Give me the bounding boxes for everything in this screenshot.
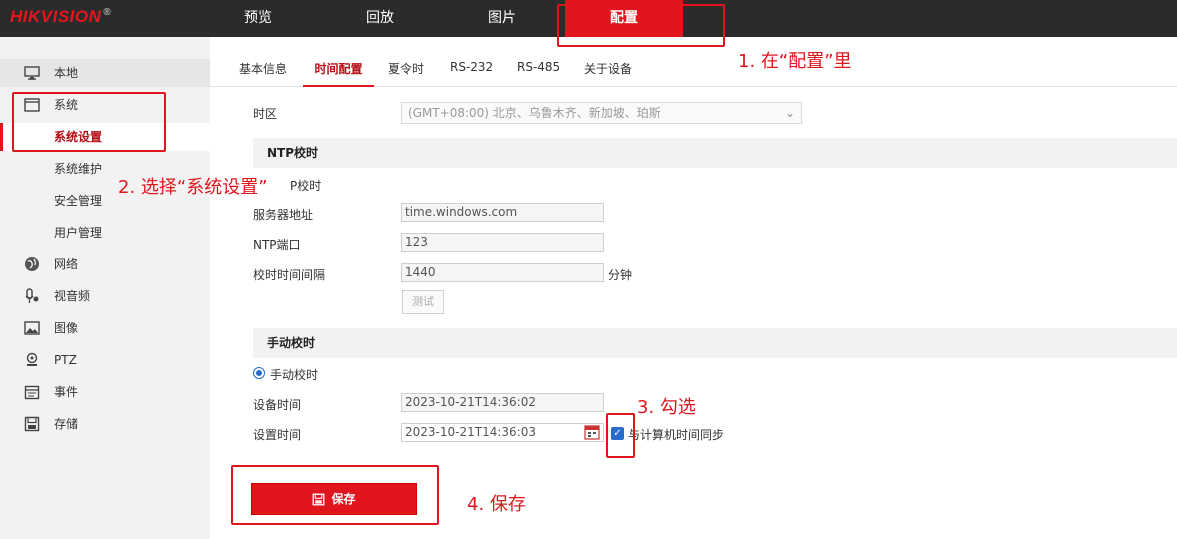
brand-logo: HIKVISION ® — [10, 7, 111, 27]
timezone-select[interactable]: (GMT+08:00) 北京、乌鲁木齐、新加坡、珀斯 ⌄ — [401, 102, 802, 124]
nav-playback[interactable]: 回放 — [320, 0, 440, 37]
annotation-box-checkbox — [606, 413, 635, 458]
storage-icon — [24, 416, 40, 432]
ntp-radio-label: P校时 — [290, 179, 322, 193]
sidebar-item-storage[interactable]: 存储 — [0, 410, 210, 438]
sync-with-computer-label: 与计算机时间同步 — [628, 428, 725, 442]
globe-icon — [25, 257, 39, 271]
server-address-input[interactable]: time.windows.com — [401, 203, 604, 222]
sidebar-item-label: 事件 — [54, 385, 79, 399]
brand-name: HIKVISION — [10, 7, 102, 26]
tab-time-settings[interactable]: 时间配置 — [303, 60, 374, 87]
test-button[interactable]: 测试 — [402, 290, 444, 314]
sidebar-item-events[interactable]: 事件 — [0, 378, 210, 406]
sidebar-item-label: 图像 — [54, 321, 79, 335]
brand-mark: ® — [103, 7, 112, 18]
sidebar-item-ptz[interactable]: PTZ — [0, 346, 210, 374]
sidebar-item-local[interactable]: 本地 — [0, 59, 210, 87]
annotation-box-config — [557, 4, 725, 47]
tab-basic-info[interactable]: 基本信息 — [239, 60, 287, 86]
sidebar-item-label: 网络 — [54, 257, 79, 271]
annotation-box-system-settings — [12, 92, 166, 152]
sidebar-item-network[interactable]: 网络 — [0, 250, 210, 278]
ntp-section-header: NTP校时 — [253, 138, 1177, 168]
sidebar-item-label: 用户管理 — [54, 226, 103, 240]
device-time-label: 设备时间 — [253, 398, 302, 412]
sidebar-item-label: 安全管理 — [54, 194, 103, 208]
manual-sync-label: 手动校时 — [270, 368, 319, 382]
nav-preview[interactable]: 预览 — [198, 0, 318, 37]
sidebar-item-audio-video[interactable]: 视音频 — [0, 282, 210, 310]
sidebar-item-label: 存储 — [54, 417, 79, 431]
ntp-port-label: NTP端口 — [253, 238, 301, 252]
sidebar-item-label: 系统维护 — [54, 162, 103, 176]
tab-about-device[interactable]: 关于设备 — [584, 60, 632, 86]
ntp-port-input[interactable]: 123 — [401, 233, 604, 252]
timezone-label: 时区 — [253, 107, 278, 121]
server-address-label: 服务器地址 — [253, 208, 314, 222]
manual-sync-radio[interactable] — [253, 367, 265, 379]
device-time-input: 2023-10-21T14:36:02 — [401, 393, 604, 412]
calendar-picker-icon[interactable] — [584, 424, 600, 440]
annotation-step1: 1. 在“配置”里 — [738, 51, 852, 72]
tab-dst[interactable]: 夏令时 — [388, 60, 424, 86]
ptz-icon — [26, 352, 38, 366]
set-time-input[interactable]: 2023-10-21T14:36:03 — [401, 423, 604, 442]
annotation-step4: 4. 保存 — [467, 494, 526, 515]
manual-section-header: 手动校时 — [253, 328, 1177, 358]
sidebar-item-label: 视音频 — [54, 289, 91, 303]
calendar-icon — [24, 385, 40, 400]
sidebar-item-label: PTZ — [54, 353, 77, 367]
annotation-box-save — [231, 465, 439, 525]
set-time-label: 设置时间 — [253, 428, 302, 442]
image-icon — [24, 321, 40, 335]
sidebar-item-label: 本地 — [54, 66, 79, 80]
tab-rs485[interactable]: RS-485 — [517, 60, 560, 86]
timezone-value: (GMT+08:00) 北京、乌鲁木齐、新加坡、珀斯 — [408, 106, 661, 120]
annotation-step3: 3. 勾选 — [637, 397, 696, 418]
interval-unit: 分钟 — [608, 268, 633, 282]
sync-interval-label: 校时时间间隔 — [253, 268, 326, 282]
annotation-step2: 2. 选择“系统设置” — [118, 177, 268, 198]
sidebar-item-users[interactable]: 用户管理 — [0, 219, 210, 247]
sidebar-item-image[interactable]: 图像 — [0, 314, 210, 342]
tab-rs232[interactable]: RS-232 — [450, 60, 493, 86]
sync-interval-input[interactable]: 1440 — [401, 263, 604, 282]
mic-icon — [25, 288, 39, 303]
monitor-icon — [24, 66, 40, 80]
nav-picture[interactable]: 图片 — [442, 0, 562, 37]
chevron-down-icon: ⌄ — [784, 106, 795, 120]
